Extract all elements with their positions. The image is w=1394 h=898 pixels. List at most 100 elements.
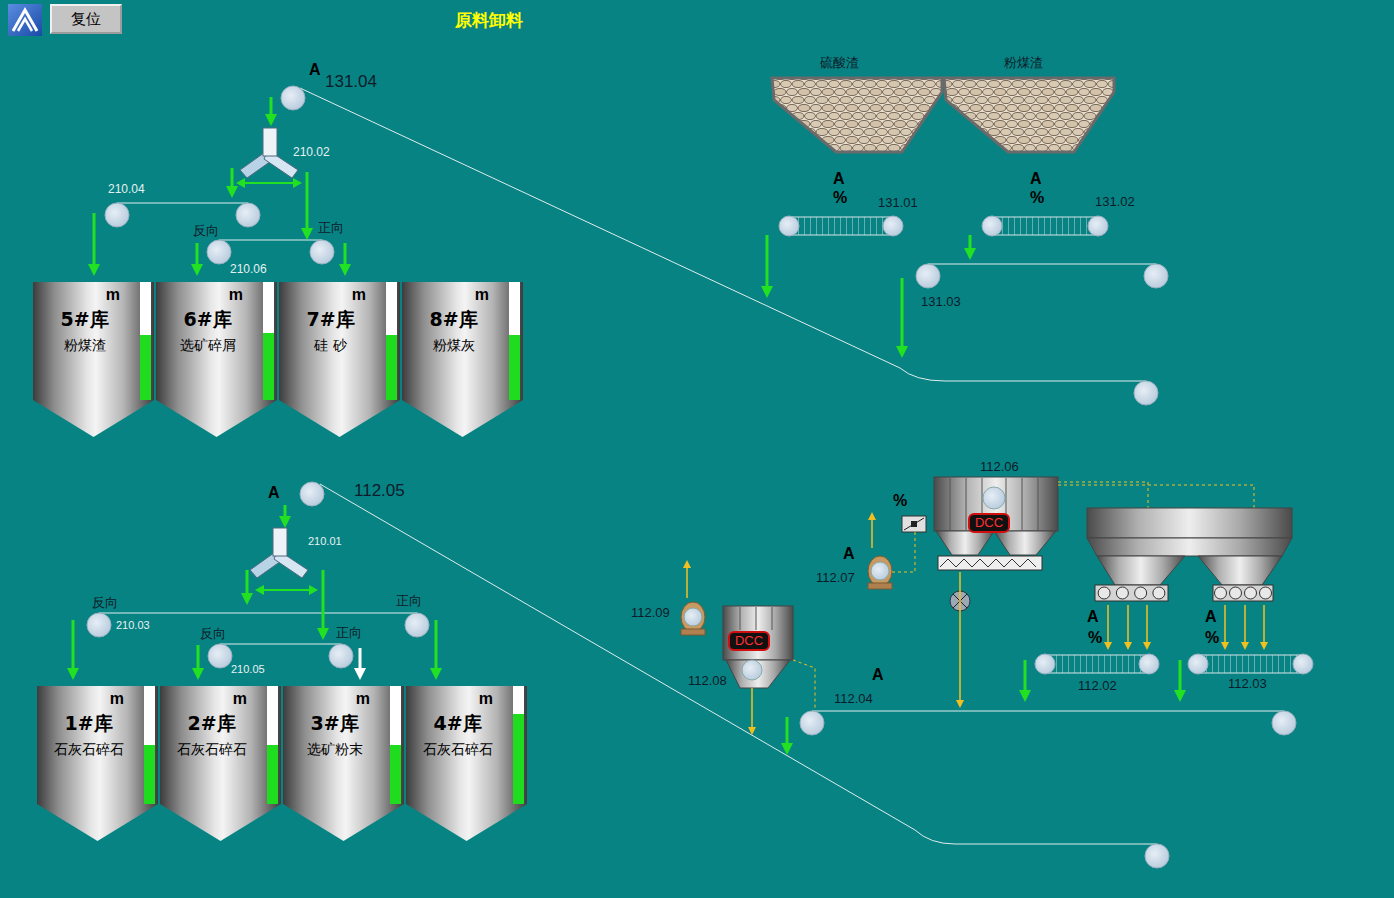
stockpile-icon xyxy=(944,78,1114,152)
signal-line xyxy=(1058,485,1254,508)
silo-body: m6#库选矿碎屑 xyxy=(156,282,277,400)
pulley-icon[interactable] xyxy=(1145,844,1169,868)
diverter-valve-icon[interactable] xyxy=(250,528,308,578)
equipment-label: 正向 xyxy=(336,626,362,641)
flow-arrow-icon xyxy=(226,168,238,198)
pulley-icon[interactable] xyxy=(1293,654,1313,674)
silo: m4#库石灰石碎石 xyxy=(406,686,527,841)
upper-silo-row: m5#库粉煤渣m6#库选矿碎屑m7#库硅 砂m8#库粉煤灰 xyxy=(33,282,523,437)
fan-icon[interactable] xyxy=(681,602,705,635)
equipment-label: % xyxy=(833,189,847,207)
silo-material: 选矿碎屑 xyxy=(180,337,236,355)
belt-feeder-icon[interactable] xyxy=(789,217,893,235)
pulley-icon[interactable] xyxy=(1134,381,1158,405)
equipment-label: 反向 xyxy=(200,627,226,642)
pulley-icon[interactable] xyxy=(883,216,903,236)
silo-unit: m xyxy=(356,690,370,708)
equipment-label: A xyxy=(268,484,280,502)
pulley-icon[interactable] xyxy=(329,644,353,668)
equipment-label: 210.04 xyxy=(108,183,145,197)
reset-button[interactable]: 复位 xyxy=(50,4,122,34)
level-meter xyxy=(267,686,278,804)
screw-feeder-icon[interactable] xyxy=(1095,585,1168,601)
equipment-label: 112.03 xyxy=(1228,677,1267,692)
equipment-label: A xyxy=(1087,608,1099,626)
pulley-icon[interactable] xyxy=(1139,654,1159,674)
silo: m 2#库石灰石碎石 xyxy=(160,686,281,841)
silo-cone xyxy=(37,804,158,841)
pulley-icon[interactable] xyxy=(207,240,231,264)
material-arrow-icon xyxy=(1221,605,1229,650)
equipment-label: A xyxy=(833,170,845,188)
pulley-icon[interactable] xyxy=(300,482,324,506)
damper-icon[interactable] xyxy=(902,516,926,532)
level-meter xyxy=(509,282,520,400)
belt-feeder-icon[interactable] xyxy=(1198,655,1303,673)
pulley-icon[interactable] xyxy=(779,216,799,236)
pulley-icon[interactable] xyxy=(405,613,429,637)
logo-icon xyxy=(8,4,42,36)
silo-material: 石灰石碎石 xyxy=(177,741,247,759)
equipment-label: 210.01 xyxy=(308,535,342,548)
pulley-icon[interactable] xyxy=(1088,216,1108,236)
equipment-label: A xyxy=(1030,170,1042,188)
belt-line xyxy=(99,613,417,614)
pulley-icon[interactable] xyxy=(310,240,334,264)
pulley-icon[interactable] xyxy=(800,711,824,735)
silo-number: 7#库 xyxy=(306,308,354,331)
level-meter xyxy=(140,282,151,400)
equipment-label: 112.09 xyxy=(631,606,670,621)
diverter-valve-icon[interactable] xyxy=(240,128,298,178)
belt-line xyxy=(220,644,341,645)
silo-cone xyxy=(156,400,277,437)
equipment-label: 131.03 xyxy=(921,295,961,310)
equipment-label: 131.04 xyxy=(325,72,377,92)
pulley-icon[interactable] xyxy=(87,613,111,637)
pulley-icon[interactable] xyxy=(281,86,305,110)
dcc-badge: DCC xyxy=(728,631,770,651)
silo: m7#库硅 砂 xyxy=(279,282,400,437)
equipment-label: 112.06 xyxy=(980,460,1019,475)
fan-icon[interactable] xyxy=(868,556,892,589)
belt-feeder-icon[interactable] xyxy=(1045,655,1149,673)
screw-feeder-icon[interactable] xyxy=(1213,585,1273,601)
pulley-icon[interactable] xyxy=(1035,654,1055,674)
material-arrow-icon xyxy=(868,512,876,548)
level-meter xyxy=(513,686,524,804)
dust-collector-icon[interactable] xyxy=(934,477,1058,570)
belt-line xyxy=(117,203,248,204)
equipment-label: A xyxy=(843,545,855,563)
equipment-label: 210.03 xyxy=(116,619,150,632)
flow-arrow-icon xyxy=(317,570,329,640)
equipment-label: A xyxy=(309,61,321,79)
equipment-label: 112.08 xyxy=(688,674,727,689)
silo-material: 硅 砂 xyxy=(314,337,346,355)
pulley-icon[interactable] xyxy=(982,216,1002,236)
flow-arrow-icon xyxy=(964,235,976,260)
belt-feeder-icon[interactable] xyxy=(992,217,1098,235)
equipment-label: 210.02 xyxy=(293,146,330,160)
dust-collector-icon[interactable] xyxy=(723,606,793,688)
material-arrow-icon xyxy=(748,688,756,735)
diagram-canvas: m5#库粉煤渣m6#库选矿碎屑m7#库硅 砂m8#库粉煤灰m1#库石灰石碎石m2… xyxy=(0,0,1394,898)
silo-material: 粉煤渣 xyxy=(64,337,106,355)
pulley-icon[interactable] xyxy=(236,203,260,227)
equipment-label: 反向 xyxy=(92,596,118,611)
level-fill xyxy=(509,335,520,400)
material-arrow-icon xyxy=(1143,605,1151,650)
inlet-arrow-icon xyxy=(67,620,79,680)
flow-arrow-icon xyxy=(279,505,291,528)
pulley-icon[interactable] xyxy=(1188,654,1208,674)
pulley-icon[interactable] xyxy=(1144,264,1168,288)
equipment-label: 210.06 xyxy=(230,263,267,277)
silo-number: 2#库 xyxy=(187,712,235,735)
silo-unit: m xyxy=(233,690,247,708)
silo: m3#库选矿粉末 xyxy=(283,686,404,841)
pulley-icon[interactable] xyxy=(105,203,129,227)
pulley-icon[interactable] xyxy=(208,644,232,668)
equipment-label: 112.04 xyxy=(834,692,873,707)
pulley-icon[interactable] xyxy=(916,264,940,288)
equipment-label: % xyxy=(1030,189,1044,207)
level-meter xyxy=(386,282,397,400)
pulley-icon[interactable] xyxy=(1272,711,1296,735)
